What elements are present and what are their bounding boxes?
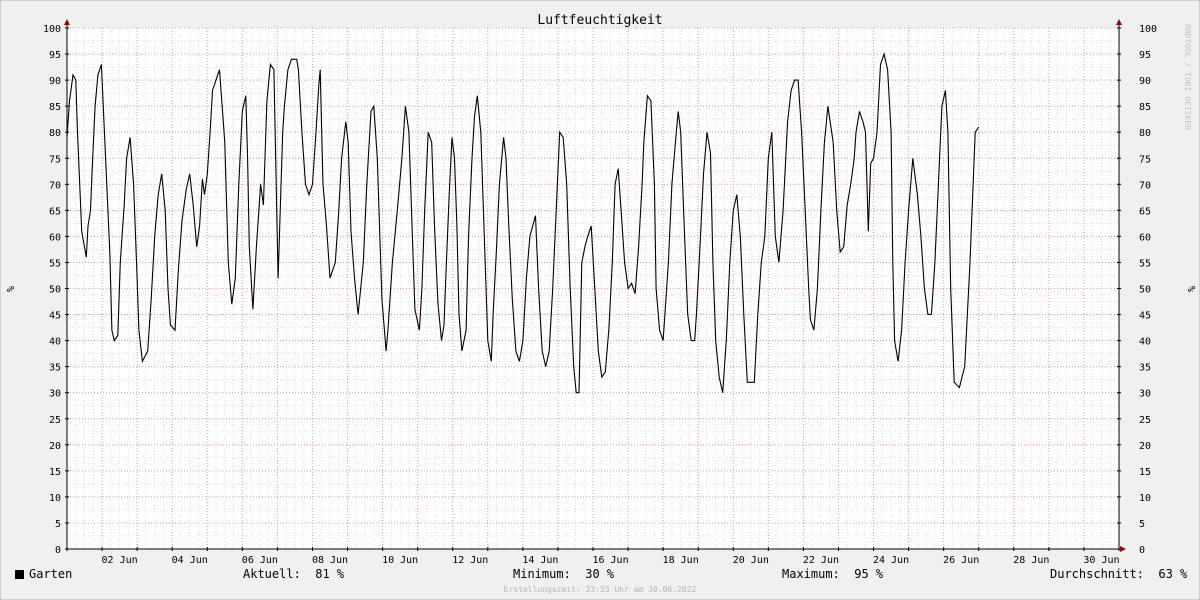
x-tick-label: 18 Jun (663, 555, 699, 566)
y-tick-label-right: 40 (1139, 337, 1151, 348)
y-tick-label-left: 100 (43, 24, 61, 35)
y-tick-label-left: 0 (55, 545, 61, 556)
y-tick-label-right: 85 (1139, 102, 1151, 113)
y-tick-label-left: 75 (49, 154, 61, 165)
x-axis: 02 Jun 04 Jun 06 Jun 08 Jun 10 Jun 12 Jun 14 J… (66, 547, 1120, 566)
legend-avg-label: Durchschnitt: (1050, 567, 1144, 581)
y-tick-label-right: 95 (1139, 50, 1151, 61)
y-tick-label-left: 30 (49, 389, 61, 400)
x-tick-label: 02 Jun (102, 555, 138, 566)
legend-min-label: Minimum: (513, 567, 571, 581)
legend-current-label: Aktuell: (243, 567, 301, 581)
y-tick-label-left: 5 (55, 519, 61, 530)
legend-max-value: 95 % (854, 567, 884, 581)
x-tick-label: 06 Jun (242, 555, 278, 566)
y-tick-label-left: 85 (49, 102, 61, 113)
x-tick-label: 16 Jun (592, 555, 628, 566)
y-tick-label-right: 90 (1139, 76, 1151, 87)
legend-avg-value: 63 % (1158, 567, 1188, 581)
x-tick-label: 10 Jun (382, 555, 418, 566)
legend-series-label: Garten (29, 567, 73, 581)
legend-max-label: Maximum: (782, 567, 840, 581)
y-tick-label-left: 95 (49, 50, 61, 61)
legend-average: Durchschnitt: 63 % (1050, 567, 1187, 581)
x-axis-arrow (1120, 546, 1126, 552)
y-axis-label-left: % (6, 286, 17, 292)
y-tick-label-right: 25 (1139, 415, 1151, 426)
y-tick-label-right: 60 (1139, 232, 1151, 243)
legend-maximum: Maximum: 95 % (782, 567, 883, 581)
chart-stage: 0 5 10 15 20 25 30 35 40 45 50 55 60 65 70 75 80 85 90 95 10… (0, 0, 1200, 600)
y-tick-label-left: 50 (49, 285, 61, 296)
y-tick-label-left: 80 (49, 128, 61, 139)
y-tick-label-left: 70 (49, 180, 61, 191)
x-tick-label: 14 Jun (522, 555, 558, 566)
y-tick-label-left: 40 (49, 337, 61, 348)
y-tick-label-left: 10 (49, 493, 61, 504)
y-tick-label-left: 25 (49, 415, 61, 426)
y-tick-label-right: 20 (1139, 441, 1151, 452)
y-tick-label-left: 60 (49, 232, 61, 243)
y-tick-label-right: 55 (1139, 258, 1151, 269)
y-tick-label-left: 55 (49, 258, 61, 269)
y-tick-label-right: 30 (1139, 389, 1151, 400)
y-tick-label-left: 45 (49, 311, 61, 322)
y-tick-label-right: 100 (1139, 24, 1157, 35)
y-tick-label-right: 10 (1139, 493, 1151, 504)
y-axis-arrow-right (1116, 19, 1122, 25)
y-tick-label-right: 45 (1139, 311, 1151, 322)
y-tick-label-right: 65 (1139, 206, 1151, 217)
y-axis-label-right: % (1185, 286, 1196, 292)
legend-swatch (15, 570, 24, 579)
y-tick-label-right: 50 (1139, 285, 1151, 296)
x-tick-label: 08 Jun (312, 555, 348, 566)
x-tick-label: 30 Jun (1083, 555, 1119, 566)
chart-title: Luftfeuchtigkeit (537, 13, 662, 28)
x-tick-label: 26 Jun (943, 555, 979, 566)
x-tick-label: 22 Jun (803, 555, 839, 566)
x-tick-label: 20 Jun (733, 555, 769, 566)
y-tick-label-left: 35 (49, 363, 61, 374)
creation-time-footer: Erstellungszeit: 23:55 Uhr am 30.06.2022 (503, 585, 697, 594)
y-tick-label-right: 75 (1139, 154, 1151, 165)
x-tick-label: 12 Jun (452, 555, 488, 566)
legend-current-value: 81 % (315, 567, 345, 581)
y-axis-left: 0 5 10 15 20 25 30 35 40 45 50 55 60 65 70 75 80 85 90 95 10… (43, 24, 69, 556)
y-tick-label-right: 70 (1139, 180, 1151, 191)
y-tick-label-left: 15 (49, 467, 61, 478)
legend-current: Aktuell: 81 % (243, 567, 344, 581)
y-axis-arrow-left (64, 19, 70, 25)
x-tick-label: 24 Jun (873, 555, 909, 566)
x-tick-label: 28 Jun (1013, 555, 1049, 566)
legend-series: Garten (15, 567, 72, 581)
rrdtool-watermark: RRDTOOL / TOBI OETIKER (1183, 24, 1192, 130)
y-tick-label-right: 80 (1139, 128, 1151, 139)
legend-minimum: Minimum: 30 % (513, 567, 614, 581)
y-tick-label-right: 15 (1139, 467, 1151, 478)
x-tick-label: 04 Jun (172, 555, 208, 566)
y-tick-label-left: 90 (49, 76, 61, 87)
y-tick-label-right: 0 (1139, 545, 1145, 556)
y-tick-label-right: 5 (1139, 519, 1145, 530)
y-axis-right: 0 5 10 15 20 25 30 35 40 45 50 55 60 65 70 75 80 85 90 95 10… (1117, 24, 1157, 556)
humidity-chart: 0510152025303540455055606570758085909510… (0, 0, 1200, 600)
y-tick-label-right: 35 (1139, 363, 1151, 374)
y-tick-label-left: 20 (49, 441, 61, 452)
y-tick-label-left: 65 (49, 206, 61, 217)
legend-min-value: 30 % (585, 567, 615, 581)
